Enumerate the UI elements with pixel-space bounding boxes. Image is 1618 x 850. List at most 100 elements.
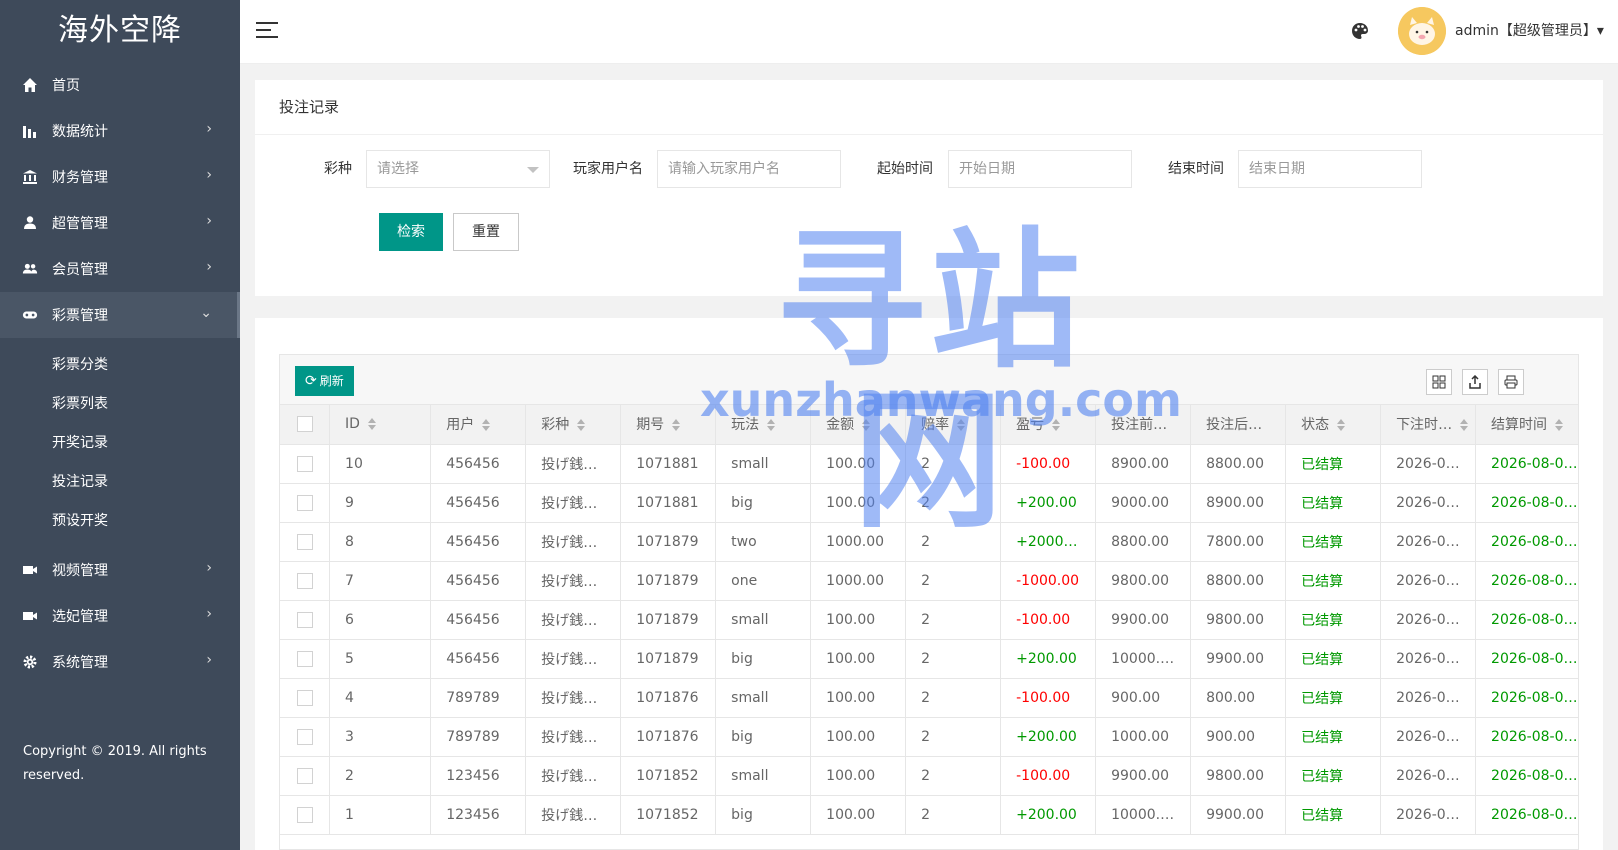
print-icon[interactable] [1498, 369, 1524, 395]
row-checkbox-cell[interactable] [280, 522, 331, 562]
reset-button[interactable]: 重置 [453, 213, 519, 251]
table-row[interactable]: 6 456456 投げ銭… 1071879 small 100.00 2 -100.00 990… [280, 600, 1578, 640]
cell-user: 456456 [430, 561, 527, 601]
checkbox[interactable] [296, 494, 313, 511]
row-checkbox-cell[interactable] [280, 639, 331, 679]
subnav-item-draw-records[interactable]: 开奖记录 [0, 424, 240, 463]
table-row[interactable]: 7 456456 投げ銭… 1071879 one 1000.00 2 -1000.00 980… [280, 561, 1578, 601]
table-row[interactable]: 8 456456 投げ銭… 1071879 two 1000.00 2 +2000.00 880… [280, 522, 1578, 562]
sidebar-item-members[interactable]: 会员管理 › [0, 246, 240, 292]
cell-lottery: 投げ銭… [525, 756, 622, 796]
checkbox[interactable] [296, 533, 313, 550]
sidebar-item-admin[interactable]: 超管管理 › [0, 200, 240, 246]
table-row[interactable]: 1 123456 投げ銭… 1071852 big 100.00 2 +200.00 10000… [280, 795, 1578, 835]
table-row[interactable]: 5 456456 投げ銭… 1071879 big 100.00 2 +200.00 10000… [280, 639, 1578, 679]
refresh-button[interactable]: ⟳ 刷新 [295, 366, 354, 396]
col-header-profit[interactable]: 盈亏 [1000, 405, 1097, 445]
row-checkbox-cell[interactable] [280, 561, 331, 601]
sort-icon[interactable] [862, 419, 871, 432]
checkbox[interactable] [296, 806, 313, 823]
subnav-item-lottery-category[interactable]: 彩票分类 [0, 346, 240, 385]
sort-icon[interactable] [367, 418, 376, 431]
sidebar-item-finance[interactable]: 财务管理 › [0, 154, 240, 200]
row-checkbox-cell[interactable] [280, 795, 331, 835]
col-header-status[interactable]: 状态 [1285, 405, 1382, 445]
table-row[interactable]: 4 789789 投げ銭… 1071876 small 100.00 2 -100.00 900… [280, 678, 1578, 718]
checkbox[interactable] [296, 728, 313, 745]
sidebar-item-stats[interactable]: 数据统计 › [0, 108, 240, 154]
col-header-play[interactable]: 玩法 [715, 405, 812, 445]
row-checkbox-cell[interactable] [280, 678, 331, 718]
col-header-odds[interactable]: 赔率 [905, 405, 1002, 445]
cell-play: small [715, 756, 812, 796]
username-label: 玩家用户名 [573, 161, 643, 177]
username-input[interactable]: 请输入玩家用户名 [657, 150, 841, 188]
start-date-input[interactable]: 开始日期 [948, 150, 1132, 188]
col-header-lottery[interactable]: 彩种 [525, 405, 622, 445]
table-row[interactable]: 9 456456 投げ銭… 1071881 big 100.00 2 +200.00 9000.… [280, 483, 1578, 523]
row-checkbox-cell[interactable] [280, 600, 331, 640]
user-menu[interactable]: admin【超级管理员】▾ [1455, 20, 1604, 40]
checkbox[interactable] [296, 767, 313, 784]
subnav-item-preset-draw[interactable]: 预设开奖 [0, 502, 240, 541]
table-row[interactable]: 10 456456 投げ銭… 1071881 small 100.00 2 -100.00 89… [280, 444, 1578, 484]
gamepad-icon [22, 307, 38, 323]
palette-icon[interactable] [1350, 21, 1370, 41]
select-all-checkbox[interactable] [280, 405, 331, 445]
cell-before: 10000.00 [1095, 639, 1192, 679]
table-row[interactable]: 3 789789 投げ銭… 1071876 big 100.00 2 +200.00 1000.… [280, 717, 1578, 757]
cell-before: 9000.00 [1095, 483, 1192, 523]
checkbox[interactable] [296, 416, 313, 433]
menu-toggle-icon[interactable] [256, 22, 278, 40]
sidebar-item-home[interactable]: 首页 [0, 62, 240, 108]
subnav-item-bet-records[interactable]: 投注记录 [0, 463, 240, 502]
sort-icon[interactable] [1460, 419, 1469, 432]
sort-icon[interactable] [1052, 419, 1061, 432]
cell-after: 8800.00 [1190, 444, 1287, 484]
col-header-settle-time[interactable]: 结算时间 [1475, 405, 1578, 445]
sidebar-item-video[interactable]: 视频管理 › [0, 547, 240, 593]
checkbox[interactable] [296, 611, 313, 628]
col-header-before[interactable]: 投注前… [1095, 405, 1192, 445]
checkbox[interactable] [296, 455, 313, 472]
sort-icon[interactable] [957, 419, 966, 432]
row-checkbox-cell[interactable] [280, 717, 331, 757]
sidebar-item-lottery[interactable]: 彩票管理 ⌄ [0, 292, 240, 338]
sidebar-item-system[interactable]: 系统管理 › [0, 639, 240, 685]
sidebar-nav: 首页 数据统计 › 财务管理 › 超管管理 › 会员管理 › 彩票管理 ⌄ [0, 62, 240, 338]
checkbox[interactable] [296, 689, 313, 706]
row-checkbox-cell[interactable] [280, 756, 331, 796]
col-header-bet-time[interactable]: 下注时… [1380, 405, 1477, 445]
row-checkbox-cell[interactable] [280, 483, 331, 523]
sidebar-item-concubine[interactable]: 选妃管理 › [0, 593, 240, 639]
sort-icon[interactable] [482, 419, 491, 432]
columns-icon[interactable] [1426, 369, 1452, 395]
search-button[interactable]: 检索 [379, 213, 443, 251]
sort-icon[interactable] [1337, 419, 1346, 432]
sort-icon[interactable] [1555, 419, 1564, 432]
subnav-item-lottery-list[interactable]: 彩票列表 [0, 385, 240, 424]
sort-icon[interactable] [767, 419, 776, 432]
lottery-select[interactable]: 请选择 [366, 150, 550, 188]
checkbox[interactable] [296, 650, 313, 667]
col-header-amount[interactable]: 金额 [810, 405, 907, 445]
col-header-id[interactable]: ID [329, 405, 432, 445]
cell-profit: -100.00 [1000, 444, 1097, 484]
col-header-issue[interactable]: 期号 [620, 405, 717, 445]
col-header-user[interactable]: 用户 [430, 405, 527, 445]
end-date-input[interactable]: 结束日期 [1238, 150, 1422, 188]
cell-issue: 1071876 [620, 717, 717, 757]
sort-icon[interactable] [672, 419, 681, 432]
checkbox[interactable] [296, 572, 313, 589]
col-header-after[interactable]: 投注后… [1190, 405, 1287, 445]
cell-id: 3 [329, 717, 432, 757]
cell-after: 8900.00 [1190, 483, 1287, 523]
cell-id: 10 [329, 444, 432, 484]
app-logo[interactable]: 海外空降 [0, 0, 240, 62]
sidebar-item-label: 财务管理 [52, 170, 108, 186]
sort-icon[interactable] [577, 419, 586, 432]
table-row[interactable]: 2 123456 投げ銭… 1071852 small 100.00 2 -100.00 990… [280, 756, 1578, 796]
avatar[interactable] [1398, 7, 1446, 55]
export-icon[interactable] [1462, 369, 1488, 395]
row-checkbox-cell[interactable] [280, 444, 331, 484]
